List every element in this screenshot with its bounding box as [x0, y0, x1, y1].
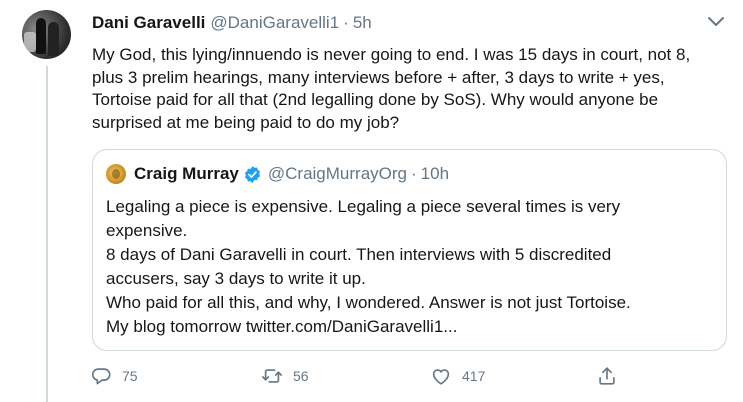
avatar-photo-figure [36, 18, 46, 54]
tweet[interactable]: Dani Garavelli @DaniGaravelli1 · 5h My G… [0, 0, 743, 402]
quoted-avatar[interactable] [106, 164, 126, 184]
reply-count: 75 [122, 368, 138, 384]
separator-dot: · [343, 13, 349, 32]
action-bar: 75 56 417 [90, 362, 630, 390]
quoted-author-name[interactable]: Craig Murray [134, 164, 239, 184]
quoted-tweet-text: Legaling a piece is expensive. Legaling … [106, 195, 716, 339]
quoted-text-line: Legaling a piece is expensive. Legaling … [106, 197, 621, 216]
chevron-down-icon[interactable] [706, 14, 726, 30]
avatar-photo-figure [48, 22, 59, 56]
quoted-timestamp[interactable]: 10h [421, 164, 449, 184]
retweet-count: 56 [293, 368, 309, 384]
separator-dot: · [411, 164, 417, 183]
quoted-text-line: expensive. [106, 221, 188, 240]
share-button[interactable] [596, 362, 618, 390]
heart-icon [432, 369, 450, 385]
author-handle[interactable]: @DaniGaravelli1 [210, 13, 339, 33]
reply-button[interactable]: 75 [90, 362, 138, 390]
tweet-text: My God, this lying/innuendo is never goi… [92, 45, 691, 132]
share-icon [599, 367, 615, 385]
avatar-photo-detail [24, 32, 36, 52]
verified-badge-icon [244, 165, 260, 183]
quoted-text-line: Who paid for all this, and why, I wonder… [106, 293, 631, 312]
retweet-icon [262, 369, 282, 383]
quoted-tweet-header: Craig Murray @CraigMurrayOrg · 10h [106, 162, 449, 186]
like-button[interactable]: 417 [430, 362, 485, 390]
reply-icon [91, 368, 111, 385]
quoted-text-line: accusers, say 3 days to write it up. [106, 269, 366, 288]
quoted-author-handle[interactable]: @CraigMurrayOrg [268, 164, 407, 184]
tweet-timestamp[interactable]: 5h [353, 13, 372, 33]
like-count: 417 [462, 368, 486, 384]
quoted-tweet[interactable]: Craig Murray @CraigMurrayOrg · 10h Legal… [92, 149, 727, 351]
avatar[interactable] [22, 10, 71, 59]
tweet-header: Dani Garavelli @DaniGaravelli1 · 5h [92, 13, 372, 35]
quoted-text-line: 8 days of Dani Garavelli in court. Then … [106, 245, 612, 264]
quoted-text-line: My blog tomorrow twitter.com/DaniGaravel… [106, 317, 458, 336]
author-name[interactable]: Dani Garavelli [92, 13, 205, 33]
thread-line [46, 66, 48, 402]
retweet-button[interactable]: 56 [261, 362, 309, 390]
